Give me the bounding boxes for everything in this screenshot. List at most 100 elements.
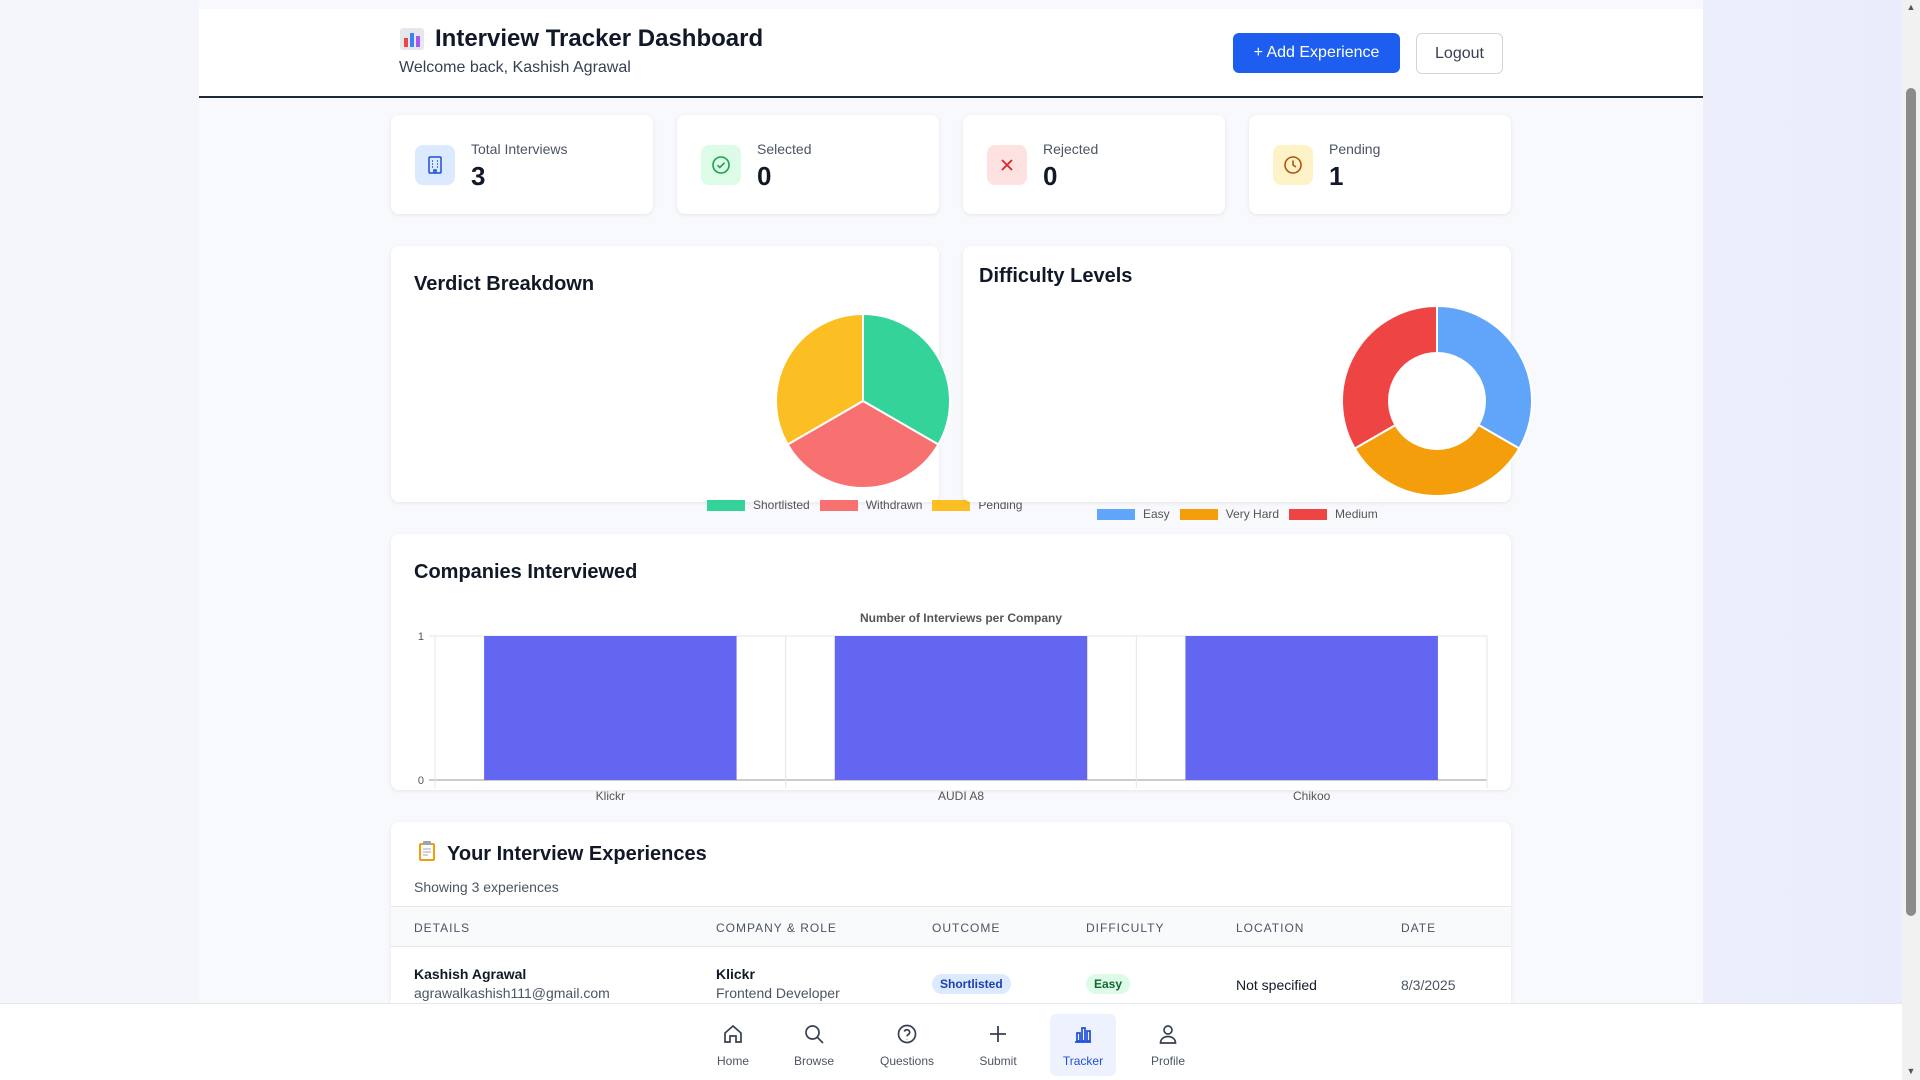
table-header: DETAILS COMPANY & ROLE OUTCOME DIFFICULT… — [391, 906, 1511, 947]
stat-label: Pending — [1329, 141, 1381, 157]
column-header-outcome[interactable]: OUTCOME — [932, 921, 1000, 935]
stat-card-rejected: Rejected 0 — [963, 115, 1225, 214]
column-header-location[interactable]: LOCATION — [1236, 921, 1304, 935]
experiences-count: Showing 3 experiences — [414, 879, 559, 895]
legend-item-withdrawn[interactable]: Withdrawn — [819, 498, 923, 512]
logout-button[interactable]: Logout — [1416, 33, 1503, 74]
home-icon — [722, 1023, 744, 1048]
question-circle-icon — [896, 1023, 918, 1048]
legend-swatch — [819, 499, 858, 511]
legend-label: Medium — [1335, 507, 1378, 521]
plus-icon — [987, 1023, 1009, 1048]
companies-bar-chart: Number of Interviews per Company 0 1 Klickr… — [418, 611, 1488, 803]
page-viewport: Interview Tracker Dashboard Welcome back… — [0, 0, 1902, 1080]
legend-swatch — [1097, 508, 1135, 520]
verdict-pie-chart — [775, 312, 951, 489]
stat-label: Selected — [757, 141, 812, 157]
column-header-company-role[interactable]: COMPANY & ROLE — [716, 921, 837, 935]
difficulty-badge: Easy — [1086, 974, 1131, 994]
legend-label: Shortlisted — [753, 498, 810, 512]
user-icon — [1157, 1023, 1179, 1048]
stat-label: Total Interviews — [471, 141, 568, 157]
legend-item-medium[interactable]: Medium — [1289, 507, 1378, 521]
nav-item-home[interactable]: Home — [705, 1014, 761, 1076]
nav-label: Questions — [879, 1053, 935, 1068]
difficulty-chart-card: Difficulty Levels — [963, 246, 1533, 502]
stat-value: 1 — [1329, 161, 1344, 191]
stat-card-total: Total Interviews 3 — [391, 115, 653, 214]
page-title: Interview Tracker Dashboard — [399, 25, 763, 53]
app-shell: Interview Tracker Dashboard Welcome back… — [199, 0, 1703, 1080]
difficulty-slice-easy[interactable] — [1436, 304, 1533, 450]
difficulty-legend: Easy Very Hard Medium — [1097, 507, 1378, 521]
welcome-text: Welcome back, Kashish Agrawal — [399, 59, 631, 76]
verdict-chart-card: Verdict Breakdown — [391, 246, 951, 502]
nav-label: Profile — [1150, 1053, 1185, 1068]
legend-item-very-hard[interactable]: Very Hard — [1179, 507, 1280, 521]
row-role: Frontend Developer — [716, 985, 840, 1001]
nav-label: Submit — [979, 1053, 1017, 1068]
column-header-details[interactable]: DETAILS — [414, 921, 470, 935]
y-tick-label: 0 — [418, 775, 424, 787]
bar-klickr[interactable] — [484, 636, 737, 780]
building-icon — [415, 145, 455, 185]
stat-value: 0 — [757, 161, 772, 191]
difficulty-slice-medium[interactable] — [1341, 304, 1438, 450]
column-header-difficulty[interactable]: DIFFICULTY — [1086, 921, 1164, 935]
nav-item-questions[interactable]: Questions — [871, 1014, 943, 1076]
page-title-text: Interview Tracker Dashboard — [435, 25, 764, 52]
nav-label: Home — [716, 1053, 749, 1068]
stat-card-pending: Pending 1 — [1249, 115, 1511, 214]
stat-value: 0 — [1043, 161, 1058, 191]
scroll-up-arrow-icon[interactable]: ▲ — [1906, 2, 1916, 12]
x-icon — [987, 145, 1027, 185]
header-title-block: Interview Tracker Dashboard Welcome back… — [399, 25, 763, 77]
row-email: agrawalkashish111@gmail.com — [414, 985, 610, 1001]
legend-label: Withdrawn — [865, 498, 923, 512]
clipboard-icon — [417, 840, 437, 868]
scrollbar-thumb[interactable] — [1906, 88, 1916, 916]
clock-icon — [1273, 145, 1313, 185]
outcome-badge: Shortlisted — [932, 974, 1011, 994]
scroll-down-arrow-icon[interactable]: ▼ — [1906, 1066, 1916, 1076]
legend-item-easy[interactable]: Easy — [1097, 507, 1170, 521]
nav-item-browse[interactable]: Browse — [786, 1014, 842, 1076]
legend-label: Very Hard — [1225, 507, 1280, 521]
column-header-date[interactable]: DATE — [1401, 921, 1436, 935]
check-circle-icon — [701, 145, 741, 185]
x-tick-label: Klickr — [596, 789, 625, 803]
stat-value: 3 — [471, 161, 486, 191]
row-date: 8/3/2025 — [1401, 977, 1456, 993]
legend-label: Easy — [1143, 507, 1170, 521]
nav-item-profile[interactable]: Profile — [1140, 1014, 1196, 1076]
row-location: Not specified — [1236, 977, 1317, 993]
bottom-nav: Home Browse Questions Submit Tracker Pro… — [0, 1003, 1902, 1080]
nav-label: Browse — [793, 1053, 834, 1068]
difficulty-donut-chart — [1341, 304, 1533, 497]
legend-swatch — [1289, 508, 1328, 520]
vertical-scrollbar[interactable]: ▲ ▼ — [1902, 0, 1920, 1080]
difficulty-slice-very-hard[interactable] — [1353, 423, 1521, 497]
row-name: Kashish Agrawal — [414, 966, 527, 982]
stat-card-selected: Selected 0 — [677, 115, 939, 214]
x-tick-label: Chikoo — [1293, 789, 1331, 803]
bar-chart-title: Number of Interviews per Company — [860, 611, 1062, 625]
legend-swatch — [707, 499, 745, 511]
nav-item-tracker[interactable]: Tracker — [1050, 1014, 1116, 1076]
nav-label: Tracker — [1062, 1053, 1104, 1068]
bar-chart-icon — [1072, 1023, 1094, 1048]
experiences-title-text: Your Interview Experiences — [447, 842, 707, 865]
experiences-title: Your Interview Experiences — [417, 840, 707, 868]
bar-audi-a8[interactable] — [834, 636, 1088, 780]
search-icon — [803, 1023, 825, 1048]
add-experience-button[interactable]: + Add Experience — [1233, 33, 1400, 73]
stat-label: Rejected — [1043, 141, 1099, 157]
legend-swatch — [1179, 508, 1218, 520]
row-company: Klickr — [716, 966, 755, 982]
legend-item-shortlisted[interactable]: Shortlisted — [707, 498, 810, 512]
x-tick-label: AUDI A8 — [938, 789, 984, 803]
header: Interview Tracker Dashboard Welcome back… — [199, 9, 1703, 98]
y-tick-label: 1 — [418, 631, 424, 643]
bar-chikoo[interactable] — [1185, 636, 1438, 780]
nav-item-submit[interactable]: Submit — [970, 1014, 1026, 1076]
